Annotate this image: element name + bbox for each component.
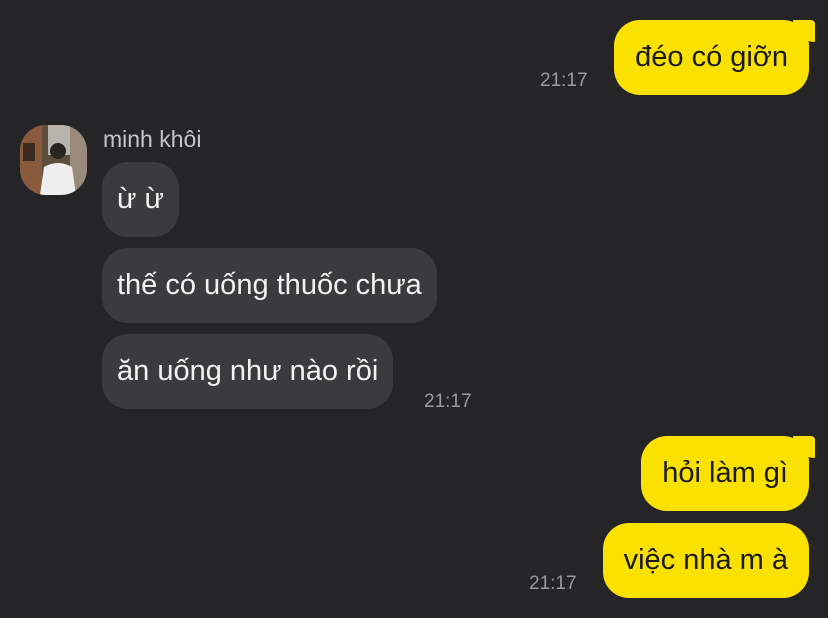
sender-name: minh khôi bbox=[103, 126, 202, 152]
message-text: việc nhà m à bbox=[623, 544, 788, 576]
outgoing-message-bubble[interactable]: đéo có giỡn bbox=[614, 20, 815, 95]
message-text: thế có uống thuốc chưa bbox=[117, 269, 422, 301]
outgoing-message-bubble[interactable]: việc nhà m à bbox=[602, 523, 809, 598]
message-text: ăn uống như nào rồi bbox=[117, 355, 379, 387]
chat-message-list[interactable]: 21:17 đéo có giỡn minh khôi ừ ừ thế có u… bbox=[0, 0, 828, 618]
message-text: ừ ừ bbox=[117, 183, 164, 215]
bubble-tail bbox=[793, 20, 815, 42]
message-text: đéo có giỡn bbox=[635, 41, 788, 73]
incoming-message-bubble[interactable]: ăn uống như nào rồi bbox=[102, 334, 394, 409]
incoming-message-bubble[interactable]: ừ ừ bbox=[102, 162, 179, 237]
contact-avatar[interactable] bbox=[20, 125, 87, 195]
message-timestamp: 21:17 bbox=[540, 70, 588, 91]
message-timestamp: 21:17 bbox=[529, 573, 577, 594]
message-text: hỏi làm gì bbox=[662, 457, 788, 489]
outgoing-message-bubble[interactable]: hỏi làm gì bbox=[641, 436, 815, 511]
avatar-photo bbox=[20, 125, 87, 195]
message-timestamp: 21:17 bbox=[424, 391, 472, 412]
bubble-tail bbox=[793, 436, 815, 458]
incoming-message-bubble[interactable]: thế có uống thuốc chưa bbox=[102, 248, 437, 323]
